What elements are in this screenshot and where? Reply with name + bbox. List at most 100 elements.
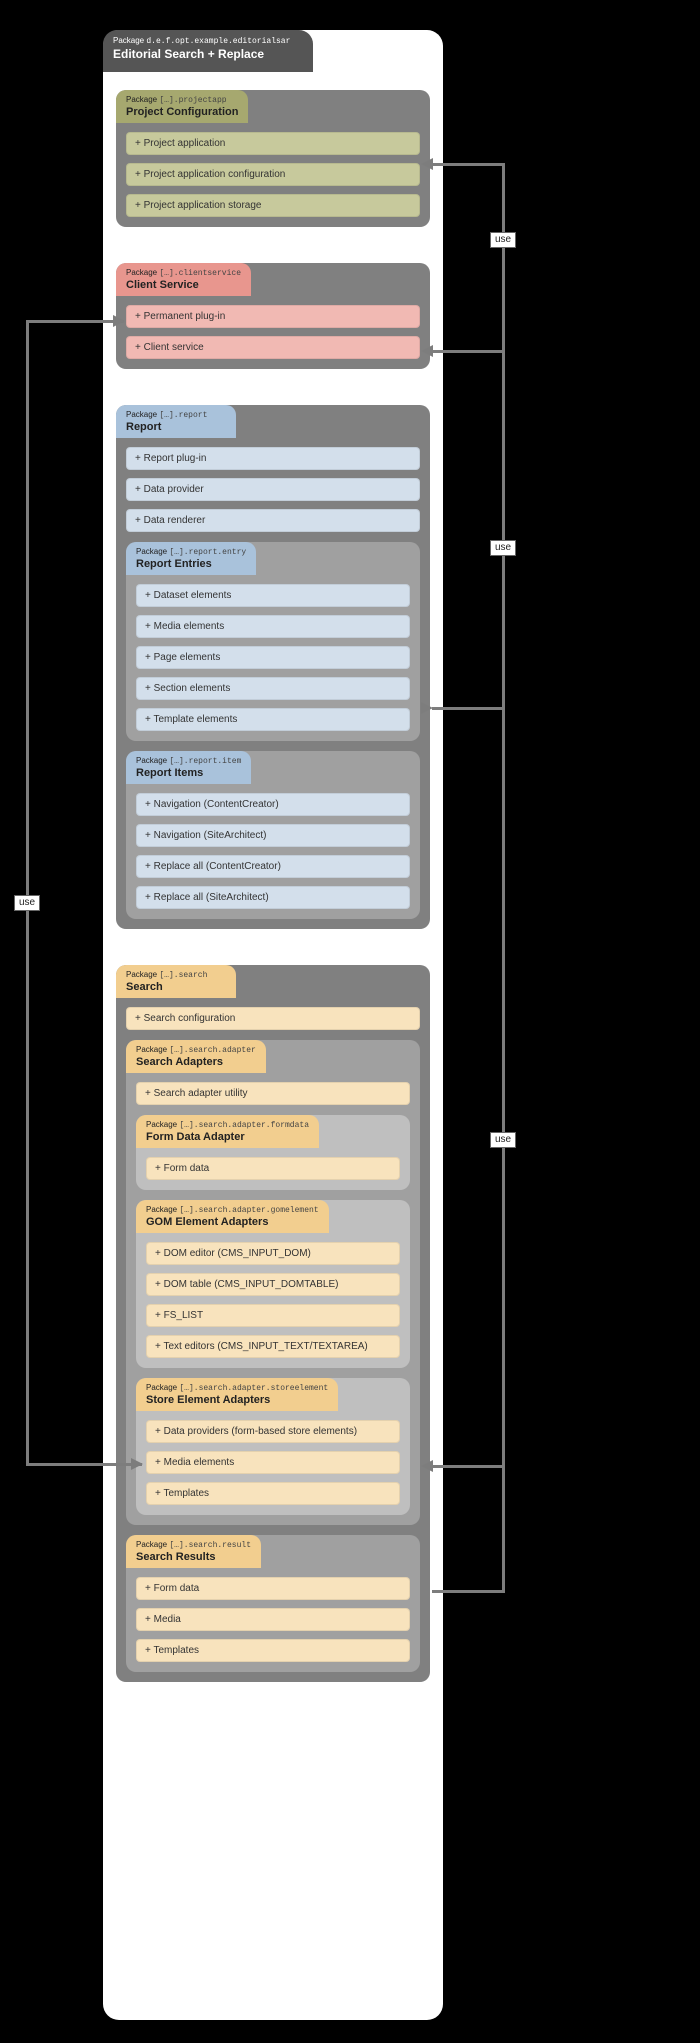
package-title: Report Items [136,767,241,779]
connector [432,1590,505,1593]
package-path: […].search.adapter.storeelement [179,1384,328,1393]
package-tab: Package […].search.adapter.formdata Form… [136,1115,319,1148]
package-title: GOM Element Adapters [146,1216,319,1228]
package-tab: Package […].search.result Search Results [126,1535,261,1568]
package-keyword: Package [136,1540,167,1549]
use-label: use [14,895,40,911]
package-search: Package […].search Search + Search confi… [116,965,430,1682]
arrowhead-icon [131,1458,143,1470]
package-path: […].report.item [169,757,241,766]
package-title: Search Results [136,1551,251,1563]
class-row: + Page elements [136,646,410,669]
package-path: […].projectapp [159,96,226,105]
arrowhead-icon [421,345,433,357]
root-package-path: d.e.f.opt.example.editorialsar [146,37,290,46]
package-search-result: Package […].search.result Search Results… [126,1535,420,1672]
arrowhead-icon [421,702,433,714]
package-path: […].report [159,411,207,420]
class-row: + Navigation (SiteArchitect) [136,824,410,847]
root-package-title: Editorial Search + Replace [113,47,303,61]
package-title: Report [126,421,226,433]
package-title: Search [126,981,226,993]
connector [26,1463,142,1466]
package-report-entry: Package […].report.entry Report Entries … [126,542,420,741]
package-keyword: Package [136,547,167,556]
package-report: Package […].report Report + Report plug-… [116,405,430,929]
class-row: + Text editors (CMS_INPUT_TEXT/TEXTAREA) [146,1335,400,1358]
package-keyword: Package [146,1383,177,1392]
class-row: + Section elements [136,677,410,700]
use-label: use [490,540,516,556]
connector [432,1465,505,1468]
root-package-label: Package d.e.f.opt.example.editorialsar [113,36,303,46]
root-package-tab: Package d.e.f.opt.example.editorialsar E… [103,30,313,72]
package-search-adapter: Package […].search.adapter Search Adapte… [126,1040,420,1525]
package-keyword: Package [146,1205,177,1214]
class-row: + Navigation (ContentCreator) [136,793,410,816]
package-title: Store Element Adapters [146,1394,328,1406]
class-row: + Replace all (ContentCreator) [136,855,410,878]
arrowhead-icon [421,158,433,170]
class-row: + Template elements [136,708,410,731]
class-row: + Search configuration [126,1007,420,1030]
arrowhead-icon [113,315,125,327]
package-title: Form Data Adapter [146,1131,309,1143]
package-body: Package […].projectapp Project Configura… [103,90,443,1700]
connector [432,350,505,353]
class-row: + Data renderer [126,509,420,532]
package-projectapp: Package […].projectapp Project Configura… [116,90,430,227]
package-path: […].search.adapter.formdata [179,1121,309,1130]
class-row: + Permanent plug-in [126,305,420,328]
package-keyword: Package [146,1120,177,1129]
class-row: + Media [136,1608,410,1631]
package-path: […].search [159,971,207,980]
class-row: + Media elements [136,615,410,638]
package-keyword: Package [136,1045,167,1054]
class-row: + Data provider [126,478,420,501]
package-keyword: Package [136,756,167,765]
use-label: use [490,1132,516,1148]
class-row: + Project application storage [126,194,420,217]
connector [432,707,505,710]
package-tab: Package […].clientservice Client Service [116,263,251,296]
connector [26,320,29,1465]
package-keyword: Package [126,970,157,979]
package-search-adapter-formdata: Package […].search.adapter.formdata Form… [136,1115,410,1190]
package-title: Project Configuration [126,106,238,118]
class-row: + Project application [126,132,420,155]
connector [502,163,505,1593]
class-row: + Media elements [146,1451,400,1474]
use-label: use [490,232,516,248]
diagram-canvas: Package d.e.f.opt.example.editorialsar E… [0,0,700,2043]
package-report-item: Package […].report.item Report Items + N… [126,751,420,919]
package-tab: Package […].report.entry Report Entries [126,542,256,575]
package-path: […].search.result [169,1541,251,1550]
class-row: + Replace all (SiteArchitect) [136,886,410,909]
package-tab: Package […].search Search [116,965,236,998]
package-tab: Package […].search.adapter.storeelement … [136,1378,338,1411]
class-row: + Project application configuration [126,163,420,186]
connector [26,320,124,323]
class-row: + Search adapter utility [136,1082,410,1105]
package-keyword: Package [126,268,157,277]
class-row: + Client service [126,336,420,359]
package-tab: Package […].search.adapter.gomelement GO… [136,1200,329,1233]
package-tab: Package […].search.adapter Search Adapte… [126,1040,266,1073]
package-title: Search Adapters [136,1056,256,1068]
class-row: + Form data [136,1577,410,1600]
package-path: […].search.adapter [169,1046,255,1055]
package-path: […].search.adapter.gomelement [179,1206,318,1215]
class-row: + Templates [136,1639,410,1662]
class-row: + Data providers (form-based store eleme… [146,1420,400,1443]
package-keyword: Package [126,410,157,419]
package-search-adapter-storeelement: Package […].search.adapter.storeelement … [136,1378,410,1515]
class-row: + Report plug-in [126,447,420,470]
package-keyword: Package [113,36,144,45]
package-clientservice: Package […].clientservice Client Service… [116,263,430,369]
package-title: Client Service [126,279,241,291]
class-row: + Form data [146,1157,400,1180]
connector [432,163,505,166]
package-keyword: Package [126,95,157,104]
package-path: […].clientservice [159,269,241,278]
class-row: + DOM table (CMS_INPUT_DOMTABLE) [146,1273,400,1296]
